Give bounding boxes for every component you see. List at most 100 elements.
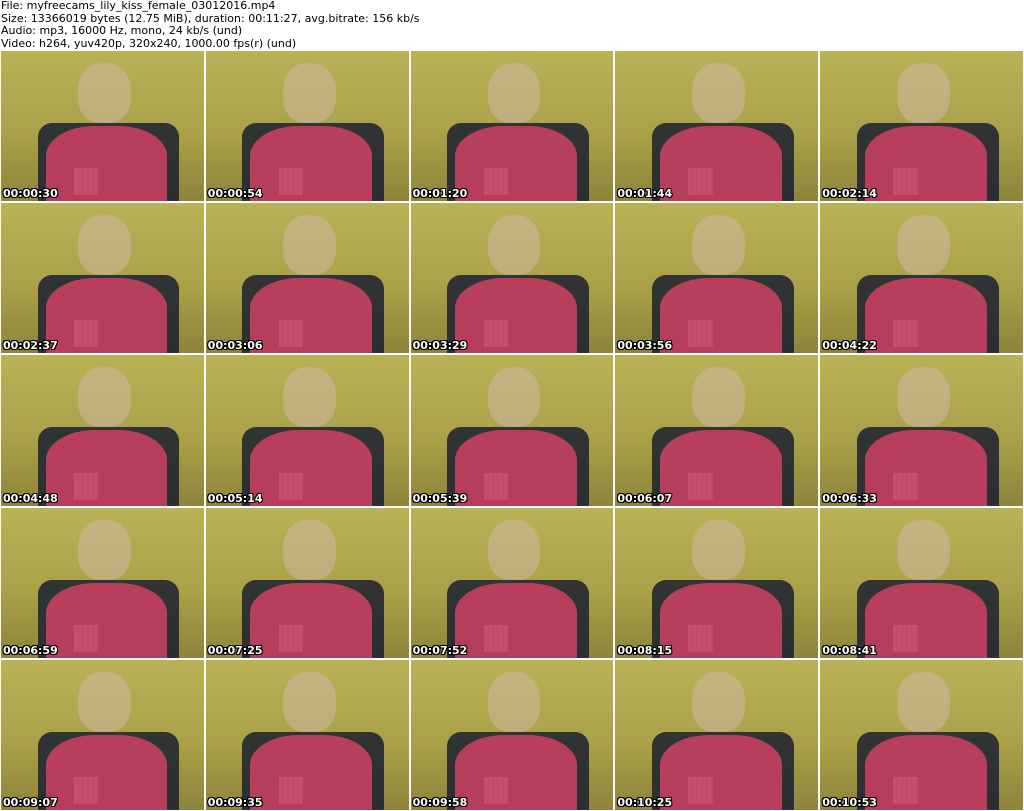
- thumbnail-placeholder: [455, 126, 577, 202]
- thumbnail-placeholder: [250, 430, 373, 506]
- thumbnail-placeholder: [250, 734, 373, 810]
- thumbnail-timestamp: 00:06:33: [822, 491, 877, 505]
- video-thumbnail: 00:09:58: [410, 659, 614, 810]
- video-thumbnail: 00:03:56: [615, 203, 819, 354]
- thumbnail-timestamp: 00:10:25: [617, 795, 673, 809]
- thumbnail-placeholder: [660, 734, 782, 810]
- video-thumbnail: 00:06:33: [820, 355, 1023, 506]
- thumbnail-timestamp: 00:08:41: [822, 643, 877, 657]
- thumbnail-timestamp: 00:03:29: [412, 339, 468, 353]
- thumbnail-placeholder: [45, 430, 168, 506]
- thumbnail-timestamp: 00:03:56: [617, 339, 673, 353]
- thumbnail-placeholder: [660, 278, 782, 354]
- thumbnail-placeholder: [692, 215, 746, 276]
- thumbnail-timestamp: 00:02:14: [822, 187, 877, 201]
- thumbnail-timestamp: 00:02:37: [3, 339, 58, 353]
- thumbnail-placeholder: [692, 671, 746, 732]
- thumbnail-placeholder: [78, 215, 131, 276]
- video-thumbnail: 00:05:14: [205, 355, 409, 506]
- thumbnail-placeholder: [78, 367, 131, 428]
- video-thumbnail: 00:01:20: [410, 51, 614, 202]
- thumbnail-placeholder: [487, 519, 541, 580]
- video-thumbnail: 00:02:37: [1, 203, 204, 354]
- thumbnail-timestamp: 00:00:54: [207, 187, 263, 201]
- thumbnail-placeholder: [897, 671, 950, 732]
- thumbnail-placeholder: [487, 367, 541, 428]
- thumbnail-timestamp: 00:09:58: [412, 795, 468, 809]
- thumbnail-placeholder: [45, 734, 168, 810]
- thumbnail-placeholder: [897, 63, 950, 124]
- thumbnail-timestamp: 00:05:39: [412, 491, 468, 505]
- video-thumbnail: 00:09:07: [1, 659, 204, 810]
- thumbnail-placeholder: [864, 582, 987, 658]
- thumbnail-placeholder: [282, 519, 336, 580]
- thumbnail-placeholder: [692, 63, 746, 124]
- thumbnail-placeholder: [78, 671, 131, 732]
- thumbnail-placeholder: [250, 582, 373, 658]
- thumbnail-timestamp: 00:09:35: [207, 795, 263, 809]
- thumbnail-timestamp: 00:03:06: [207, 339, 263, 353]
- thumbnail-placeholder: [282, 367, 336, 428]
- thumbnail-grid: 00:00:30 00:00:54 00:01:20 00:01:44 00:0…: [0, 50, 1024, 811]
- thumbnail-timestamp: 00:10:53: [822, 795, 877, 809]
- thumbnail-placeholder: [660, 582, 782, 658]
- video-thumbnail: 00:08:41: [820, 507, 1023, 658]
- thumbnail-placeholder: [864, 430, 987, 506]
- thumbnail-placeholder: [282, 63, 336, 124]
- thumbnail-timestamp: 00:09:07: [3, 795, 58, 809]
- video-info-line: Video: h264, yuv420p, 320x240, 1000.00 f…: [1, 36, 297, 50]
- thumbnail-timestamp: 00:07:25: [207, 643, 263, 657]
- thumbnail-timestamp: 00:07:52: [412, 643, 468, 657]
- thumbnail-placeholder: [282, 671, 336, 732]
- thumbnail-placeholder: [487, 63, 541, 124]
- thumbnail-placeholder: [692, 367, 746, 428]
- thumbnail-timestamp: 00:00:30: [3, 187, 58, 201]
- thumbnail-placeholder: [455, 734, 577, 810]
- video-thumbnail: 00:07:52: [410, 507, 614, 658]
- thumbnail-placeholder: [45, 278, 168, 354]
- video-thumbnail: 00:10:25: [615, 659, 819, 810]
- video-thumbnail: 00:03:29: [410, 203, 614, 354]
- thumbnail-placeholder: [864, 278, 987, 354]
- thumbnail-placeholder: [78, 63, 131, 124]
- thumbnail-timestamp: 00:06:59: [3, 643, 58, 657]
- video-thumbnail: 00:04:22: [820, 203, 1023, 354]
- thumbnail-placeholder: [487, 671, 541, 732]
- thumbnail-placeholder: [78, 519, 131, 580]
- video-thumbnail: 00:09:35: [205, 659, 409, 810]
- file-info-header: File: myfreecams_lily_kiss_female_030120…: [0, 0, 1024, 50]
- video-thumbnail: 00:06:59: [1, 507, 204, 658]
- thumbnail-timestamp: 00:08:15: [617, 643, 673, 657]
- thumbnail-placeholder: [692, 519, 746, 580]
- video-thumbnail: 00:10:53: [820, 659, 1023, 810]
- thumbnail-placeholder: [455, 582, 577, 658]
- thumbnail-timestamp: 00:01:44: [617, 187, 673, 201]
- audio-info-line: Audio: mp3, 16000 Hz, mono, 24 kb/s (und…: [1, 24, 243, 37]
- thumbnail-placeholder: [455, 278, 577, 354]
- thumbnail-placeholder: [487, 215, 541, 276]
- thumbnail-placeholder: [282, 215, 336, 276]
- thumbnail-timestamp: 00:01:20: [412, 187, 468, 201]
- thumbnail-placeholder: [45, 582, 168, 658]
- thumbnail-placeholder: [897, 519, 950, 580]
- file-name-line: File: myfreecams_lily_kiss_female_030120…: [1, 0, 276, 12]
- video-thumbnail: 00:04:48: [1, 355, 204, 506]
- thumbnail-placeholder: [660, 430, 782, 506]
- video-thumbnail: 00:06:07: [615, 355, 819, 506]
- thumbnail-placeholder: [455, 430, 577, 506]
- video-thumbnail: 00:03:06: [205, 203, 409, 354]
- video-thumbnail: 00:00:54: [205, 51, 409, 202]
- video-thumbnail: 00:05:39: [410, 355, 614, 506]
- thumbnail-timestamp: 00:05:14: [207, 491, 263, 505]
- thumbnail-placeholder: [897, 215, 950, 276]
- video-thumbnail: 00:07:25: [205, 507, 409, 658]
- video-thumbnail: 00:08:15: [615, 507, 819, 658]
- thumbnail-placeholder: [864, 734, 987, 810]
- thumbnail-timestamp: 00:04:22: [822, 339, 877, 353]
- thumbnail-placeholder: [660, 126, 782, 202]
- thumbnail-timestamp: 00:06:07: [617, 491, 673, 505]
- video-thumbnail: 00:01:44: [615, 51, 819, 202]
- video-thumbnail: 00:02:14: [820, 51, 1023, 202]
- thumbnail-placeholder: [250, 126, 373, 202]
- video-thumbnail: 00:00:30: [1, 51, 204, 202]
